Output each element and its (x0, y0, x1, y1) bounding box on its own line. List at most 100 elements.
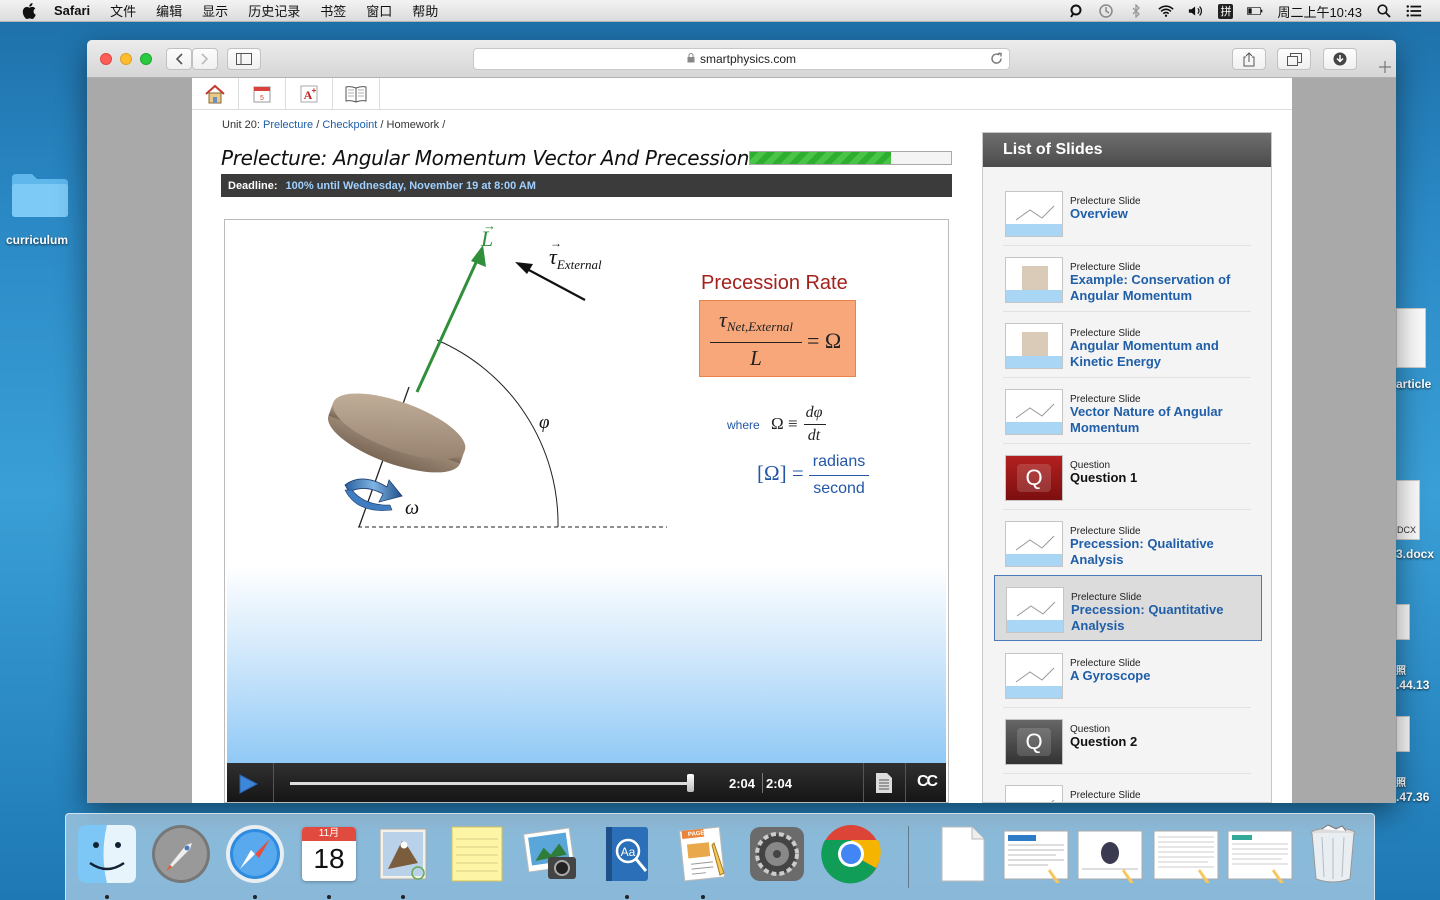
slide-list-item[interactable]: Prelecture Slide Example: Conservation of… (1003, 246, 1251, 312)
slide-title-link[interactable]: Question 1 (1070, 470, 1250, 486)
slide-preview-icon (1006, 324, 1062, 368)
slide-title-link[interactable]: Example: Conservation of Angular Momentu… (1070, 272, 1250, 304)
slide-list-item[interactable]: Prelecture Slide A Gyroscope (1003, 642, 1251, 708)
chrome-icon[interactable] (820, 823, 882, 885)
dictionary-icon[interactable]: Aa (596, 823, 658, 885)
desktop-docx-icon[interactable]: DCX (1396, 480, 1420, 540)
desktop-screenshot-thumbnail[interactable] (1396, 604, 1410, 640)
slide-title-link[interactable]: Precession: Qualitative Analysis (1070, 536, 1250, 568)
slide-list-item[interactable]: Prelecture Slide Precession: Qualitative … (1003, 510, 1251, 576)
share-button[interactable] (1232, 48, 1266, 70)
finder-icon[interactable] (76, 823, 138, 885)
notes-icon[interactable] (446, 823, 508, 885)
wifi-icon[interactable] (1158, 4, 1175, 18)
minimize-window-button[interactable] (120, 53, 132, 65)
new-tab-button[interactable] (1374, 56, 1396, 78)
minimized-window-thumbnail[interactable] (1002, 823, 1069, 885)
scrub-handle[interactable] (687, 774, 694, 792)
deadline-value: 100% until Wednesday, November 19 at 8:0… (285, 179, 536, 192)
mail-icon[interactable] (372, 823, 434, 885)
scrub-track[interactable] (290, 782, 692, 785)
system-preferences-icon[interactable] (746, 823, 808, 885)
desktop-document-thumbnail[interactable] (1396, 308, 1426, 368)
desktop-folder-icon[interactable] (10, 170, 70, 218)
web-page: 5 A + Unit 20: Prelecture / Checkpoint / … (192, 78, 1292, 803)
slide-thumbnail (1005, 257, 1063, 303)
desktop-file-label[interactable]: .47.36 (1396, 790, 1429, 804)
sidebar-toggle-button[interactable] (227, 48, 261, 70)
slide-title-link[interactable]: Precession: Quantitative Analysis (1071, 602, 1251, 634)
forward-button[interactable] (192, 48, 218, 70)
document-icon[interactable] (932, 823, 994, 885)
minimized-window-thumbnail[interactable] (1226, 823, 1293, 885)
time-machine-icon[interactable] (1098, 4, 1114, 18)
slide-list-item[interactable]: Prelecture Slide Precession: Quantitative… (994, 575, 1262, 641)
home-tab[interactable] (192, 78, 239, 109)
address-bar[interactable]: smartphysics.com (473, 48, 1010, 70)
play-button[interactable] (237, 773, 259, 800)
slide-list-item[interactable]: Prelecture Slide Vector Nature of Angular… (1003, 378, 1251, 444)
slide-title-link[interactable]: Summary: The Main Ideas (1070, 800, 1250, 802)
minimized-window-thumbnail[interactable] (1152, 823, 1219, 885)
spotlight-icon[interactable] (1376, 4, 1392, 18)
units-denominator: second (813, 480, 865, 497)
textbook-tab[interactable] (333, 78, 380, 109)
zoom-window-button[interactable] (140, 53, 152, 65)
closed-captions-button[interactable]: CC (917, 773, 938, 791)
lasso-icon[interactable] (1068, 4, 1084, 18)
desktop-screenshot-thumbnail[interactable] (1396, 716, 1410, 752)
launchpad-icon[interactable] (150, 823, 212, 885)
reload-icon[interactable] (990, 52, 1003, 68)
slide-list-item[interactable]: Prelecture Slide Overview (1003, 180, 1251, 246)
downloads-button[interactable] (1323, 48, 1357, 70)
desktop-file-label[interactable]: 3.docx (1396, 547, 1434, 561)
back-button[interactable] (166, 48, 192, 70)
slide-preview-icon (1007, 588, 1063, 632)
menu-app-safari[interactable]: Safari (54, 3, 90, 18)
calendar-icon[interactable]: 11月 18 (298, 823, 360, 885)
slide-list-item[interactable]: Q Question Question 2 (1003, 708, 1251, 774)
apple-menu-icon[interactable] (20, 2, 38, 20)
slide-title-link[interactable]: Vector Nature of Angular Momentum (1070, 404, 1250, 436)
trash-icon[interactable] (1302, 823, 1364, 885)
slide-list-item[interactable]: Q Question Question 1 (1003, 444, 1251, 510)
slide-list-item[interactable]: Prelecture Slide Angular Momentum and Kin… (1003, 312, 1251, 378)
bluetooth-icon[interactable] (1128, 4, 1144, 18)
slide-title-link[interactable]: A Gyroscope (1070, 668, 1250, 684)
safari-icon[interactable] (224, 823, 286, 885)
menu-history[interactable]: 历史记录 (248, 1, 300, 20)
pages-icon[interactable]: PAGES (672, 823, 734, 885)
close-window-button[interactable] (100, 53, 112, 65)
volume-icon[interactable] (1188, 4, 1204, 18)
phi-label: φ (539, 412, 550, 433)
desktop-file-label[interactable]: .44.13 (1396, 678, 1429, 692)
breadcrumb-checkpoint-link[interactable]: Checkpoint (322, 119, 377, 131)
omega-definition-bar (804, 424, 826, 425)
slide-title-link[interactable]: Overview (1070, 206, 1250, 222)
slide-title-link[interactable]: Question 2 (1070, 734, 1250, 750)
minimized-window-thumbnail[interactable] (1076, 823, 1143, 885)
desktop-folder-label[interactable]: curriculum (6, 233, 68, 247)
menubar-clock[interactable]: 周二上午10:43 (1277, 2, 1362, 21)
slide-thumbnail (1005, 785, 1063, 802)
transcript-button[interactable] (875, 772, 895, 794)
input-method-icon[interactable]: 拼 (1218, 3, 1234, 19)
slide-title-link[interactable]: Angular Momentum and Kinetic Energy (1070, 338, 1250, 370)
iphoto-icon[interactable] (520, 823, 582, 885)
menu-edit[interactable]: 编辑 (156, 1, 182, 20)
calendar-tab[interactable]: 5 (239, 78, 286, 109)
menu-help[interactable]: 帮助 (412, 1, 438, 20)
battery-icon[interactable] (1247, 4, 1263, 18)
menu-window[interactable]: 窗口 (366, 1, 392, 20)
grades-tab[interactable]: A + (286, 78, 333, 109)
breadcrumb-prelecture-link[interactable]: Prelecture (263, 119, 313, 131)
svg-text:+: + (312, 86, 317, 95)
notification-center-icon[interactable] (1406, 4, 1422, 18)
menu-file[interactable]: 文件 (110, 1, 136, 20)
desktop-file-label[interactable]: article (1396, 377, 1431, 391)
slide-list-item[interactable]: Prelecture SlideSummary: The Main Ideas (1003, 774, 1251, 802)
question-thumbnail: Q (1005, 455, 1063, 501)
menu-view[interactable]: 显示 (202, 1, 228, 20)
menu-bookmarks[interactable]: 书签 (320, 1, 346, 20)
tabs-overview-button[interactable] (1277, 48, 1311, 70)
